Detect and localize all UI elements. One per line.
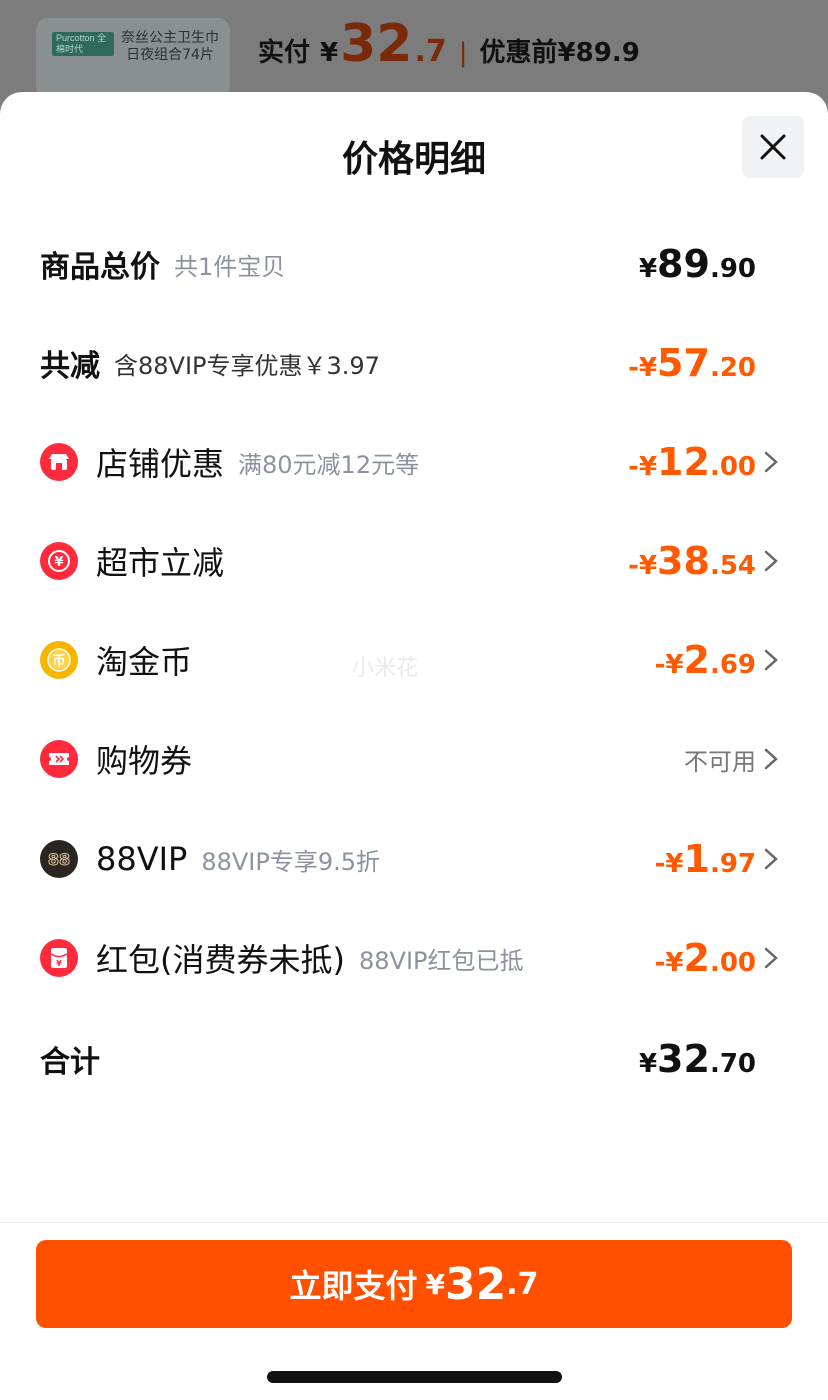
shopping-coupon-status: 不可用 [684,747,756,776]
row-supermarket-discount[interactable]: ¥ 超市立减 -¥ 38.54 [0,531,828,591]
close-icon [760,134,786,160]
row-88vip[interactable]: 88 88VIP 88VIP专享9.5折 -¥ 1.97 [0,829,828,889]
chevron-right-icon [764,550,778,572]
row-total-goods: 商品总价 共1件宝贝 ¥89.90 [0,234,828,294]
total-goods-count: 共1件宝贝 [174,252,286,281]
sum-amount: ¥32.70 [638,1037,756,1081]
row-total-reduce: 共减 含88VIP专享优惠￥3.97 -¥ 57.20 [0,333,828,393]
background-order-header: Purcotton 全棉时代 奈丝公主卫生巾日夜组合74片 实付 ¥ 32 .7… [0,0,828,100]
chevron-right-icon [764,748,778,770]
total-reduce-amount: -¥ 57.20 [628,341,756,385]
svg-text:币: 币 [52,654,65,669]
chevron-right-icon [764,451,778,473]
red-packet-amount: -¥ 2.00 [654,936,756,980]
paid-currency: ¥ [320,38,339,68]
yuan-coin-icon: ¥ [40,542,78,580]
product-thumbnail: Purcotton 全棉时代 奈丝公主卫生巾日夜组合74片 [36,18,230,98]
paid-int: 32 [340,14,413,74]
taojinbi-label: 淘金币 [96,643,193,681]
88vip-label: 88VIP [96,840,188,878]
price-separator: | [458,38,468,68]
store-discount-rule: 满80元减12元等 [238,450,420,479]
price-detail-sheet: 价格明细 商品总价 共1件宝贝 ¥89.90 共减 含88VIP专享优惠￥3.9… [0,92,828,1400]
product-brand-logo: Purcotton 全棉时代 [52,32,114,56]
total-reduce-label: 共减 [40,349,100,384]
home-indicator[interactable] [267,1371,562,1383]
store-icon [40,443,78,481]
background-paid-price: 实付 ¥ 32 .7 | 优惠前 ¥89.9 [258,14,640,74]
product-name: 奈丝公主卫生巾日夜组合74片 [121,30,219,63]
total-goods-label: 商品总价 [40,250,160,285]
88vip-rule: 88VIP专享9.5折 [201,847,381,876]
88vip-badge-icon: 88 [40,840,78,878]
row-store-discount[interactable]: 店铺优惠 满80元减12元等 -¥ 12.00 [0,432,828,492]
before-discount-amount: ¥89.9 [557,38,640,68]
paid-dec: .7 [414,34,447,69]
red-packet-note: 88VIP红包已抵 [358,946,524,975]
row-red-packet[interactable]: ¥ 红包(消费券未抵) 88VIP红包已抵 -¥ 2.00 [0,928,828,988]
red-packet-icon: ¥ [40,939,78,977]
chevron-right-icon [764,649,778,671]
watermark: 小米花 [352,656,419,681]
supermarket-discount-amount: -¥ 38.54 [628,539,756,583]
paid-label: 实付 [258,38,311,68]
pay-button-currency: ¥ [425,1267,445,1301]
store-discount-label: 店铺优惠 [96,445,225,483]
before-discount-label: 优惠前 [479,38,558,68]
total-reduce-note: 含88VIP专享优惠￥3.97 [114,351,380,380]
supermarket-discount-label: 超市立减 [96,544,225,582]
footer-divider [0,1222,828,1223]
pay-button-label: 立即支付 [289,1267,418,1305]
row-sum: 合计 ¥32.70 [0,1029,828,1089]
red-packet-label: 红包(消费券未抵) [96,941,345,979]
pay-now-button[interactable]: 立即支付 ¥ 32 .7 [36,1240,792,1328]
pay-button-dec: .7 [506,1266,539,1302]
chevron-right-icon [764,947,778,969]
sum-label: 合计 [40,1045,100,1080]
svg-text:¥: ¥ [54,555,63,570]
taojinbi-coin-icon: 币 [40,641,78,679]
taojinbi-amount: -¥ 2.69 [654,638,756,682]
close-button[interactable] [742,116,804,178]
svg-text:88: 88 [48,850,70,869]
88vip-amount: -¥ 1.97 [654,837,756,881]
pay-button-int: 32 [444,1258,507,1310]
row-shopping-coupon[interactable]: 购物券 不可用 [0,729,828,789]
ticket-icon [40,740,78,778]
chevron-right-icon [764,848,778,870]
total-goods-amount: ¥89.90 [638,242,756,286]
shopping-coupon-label: 购物券 [96,742,193,780]
sheet-title: 价格明细 [341,139,486,180]
svg-text:¥: ¥ [56,959,62,968]
store-discount-amount: -¥ 12.00 [628,440,756,484]
